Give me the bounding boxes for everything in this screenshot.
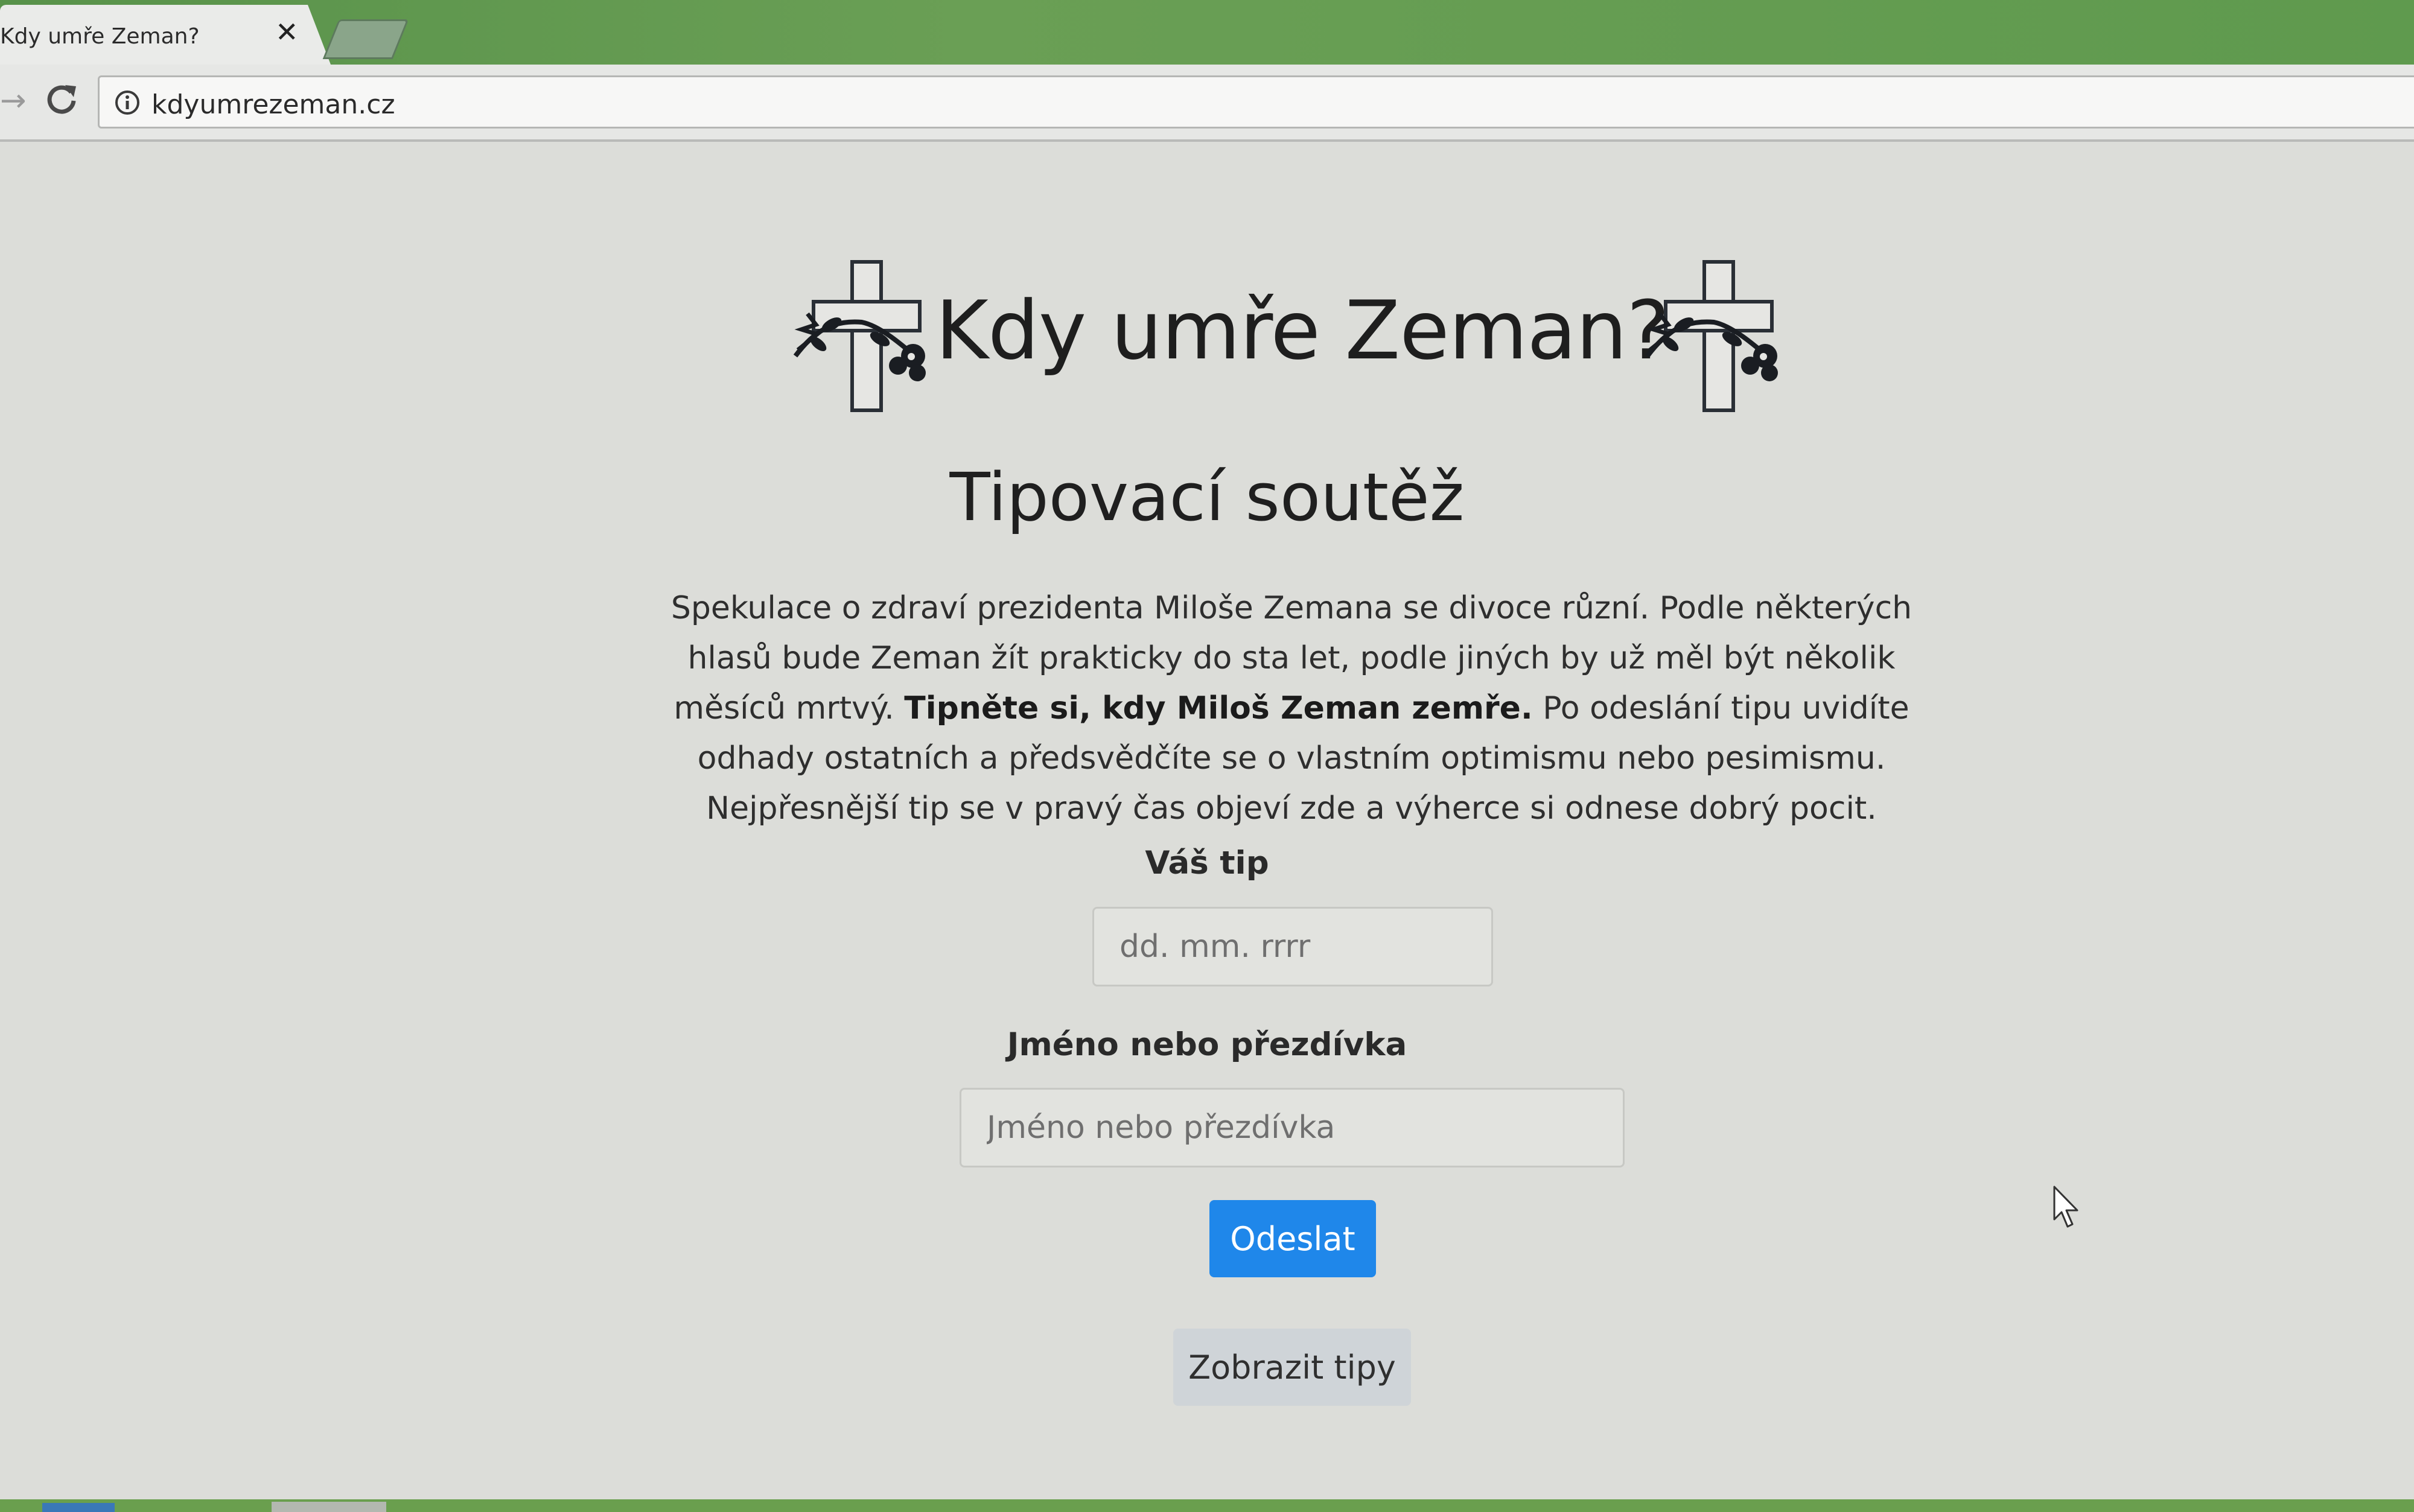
tab-title: Kdy umře Zeman?: [0, 24, 200, 49]
browser-toolbar: → kdyumrezeman.cz: [0, 65, 2414, 142]
taskbar: [0, 1499, 2414, 1512]
new-tab-button[interactable]: [322, 19, 409, 59]
taskbar-item[interactable]: [272, 1502, 386, 1512]
name-input[interactable]: [960, 1088, 1625, 1167]
name-label: Jméno nebo přezdívka: [1007, 1026, 1407, 1063]
url-text: kdyumrezeman.cz: [151, 89, 395, 120]
arrow-right-icon[interactable]: →: [0, 85, 27, 116]
tip-label: Váš tip: [1145, 845, 1269, 881]
address-bar[interactable]: kdyumrezeman.cz: [98, 75, 2414, 129]
cross-with-flowers-icon: [1645, 260, 1778, 412]
close-icon[interactable]: ✕: [275, 18, 299, 46]
info-icon[interactable]: [114, 89, 141, 116]
browser-tab[interactable]: Kdy umře Zeman? ✕: [0, 5, 331, 65]
show-tips-button[interactable]: Zobrazit tipy: [1173, 1329, 1411, 1406]
contest-heading: Tipovací soutěž: [949, 459, 1465, 536]
start-button[interactable]: [42, 1503, 115, 1512]
page-title: Kdy umře Zeman?: [935, 284, 1669, 378]
submit-button[interactable]: Odeslat: [1209, 1200, 1376, 1277]
page-content: Kdy umře Zeman? Tipovací soutěž Spekulac…: [0, 142, 2414, 1499]
tip-date-input[interactable]: [1092, 907, 1493, 986]
cross-with-flowers-icon: [793, 260, 926, 412]
intro-paragraph: Spekulace o zdraví prezidenta Miloše Zem…: [652, 583, 1931, 834]
browser-tabstrip: Kdy umře Zeman? ✕: [0, 0, 2414, 65]
reload-icon[interactable]: [43, 81, 80, 118]
intro-bold-text: Tipněte si, kdy Miloš Zeman zemře.: [904, 690, 1533, 726]
mouse-pointer-icon: [2053, 1186, 2078, 1228]
page-header: Kdy umře Zeman?: [0, 259, 2414, 416]
